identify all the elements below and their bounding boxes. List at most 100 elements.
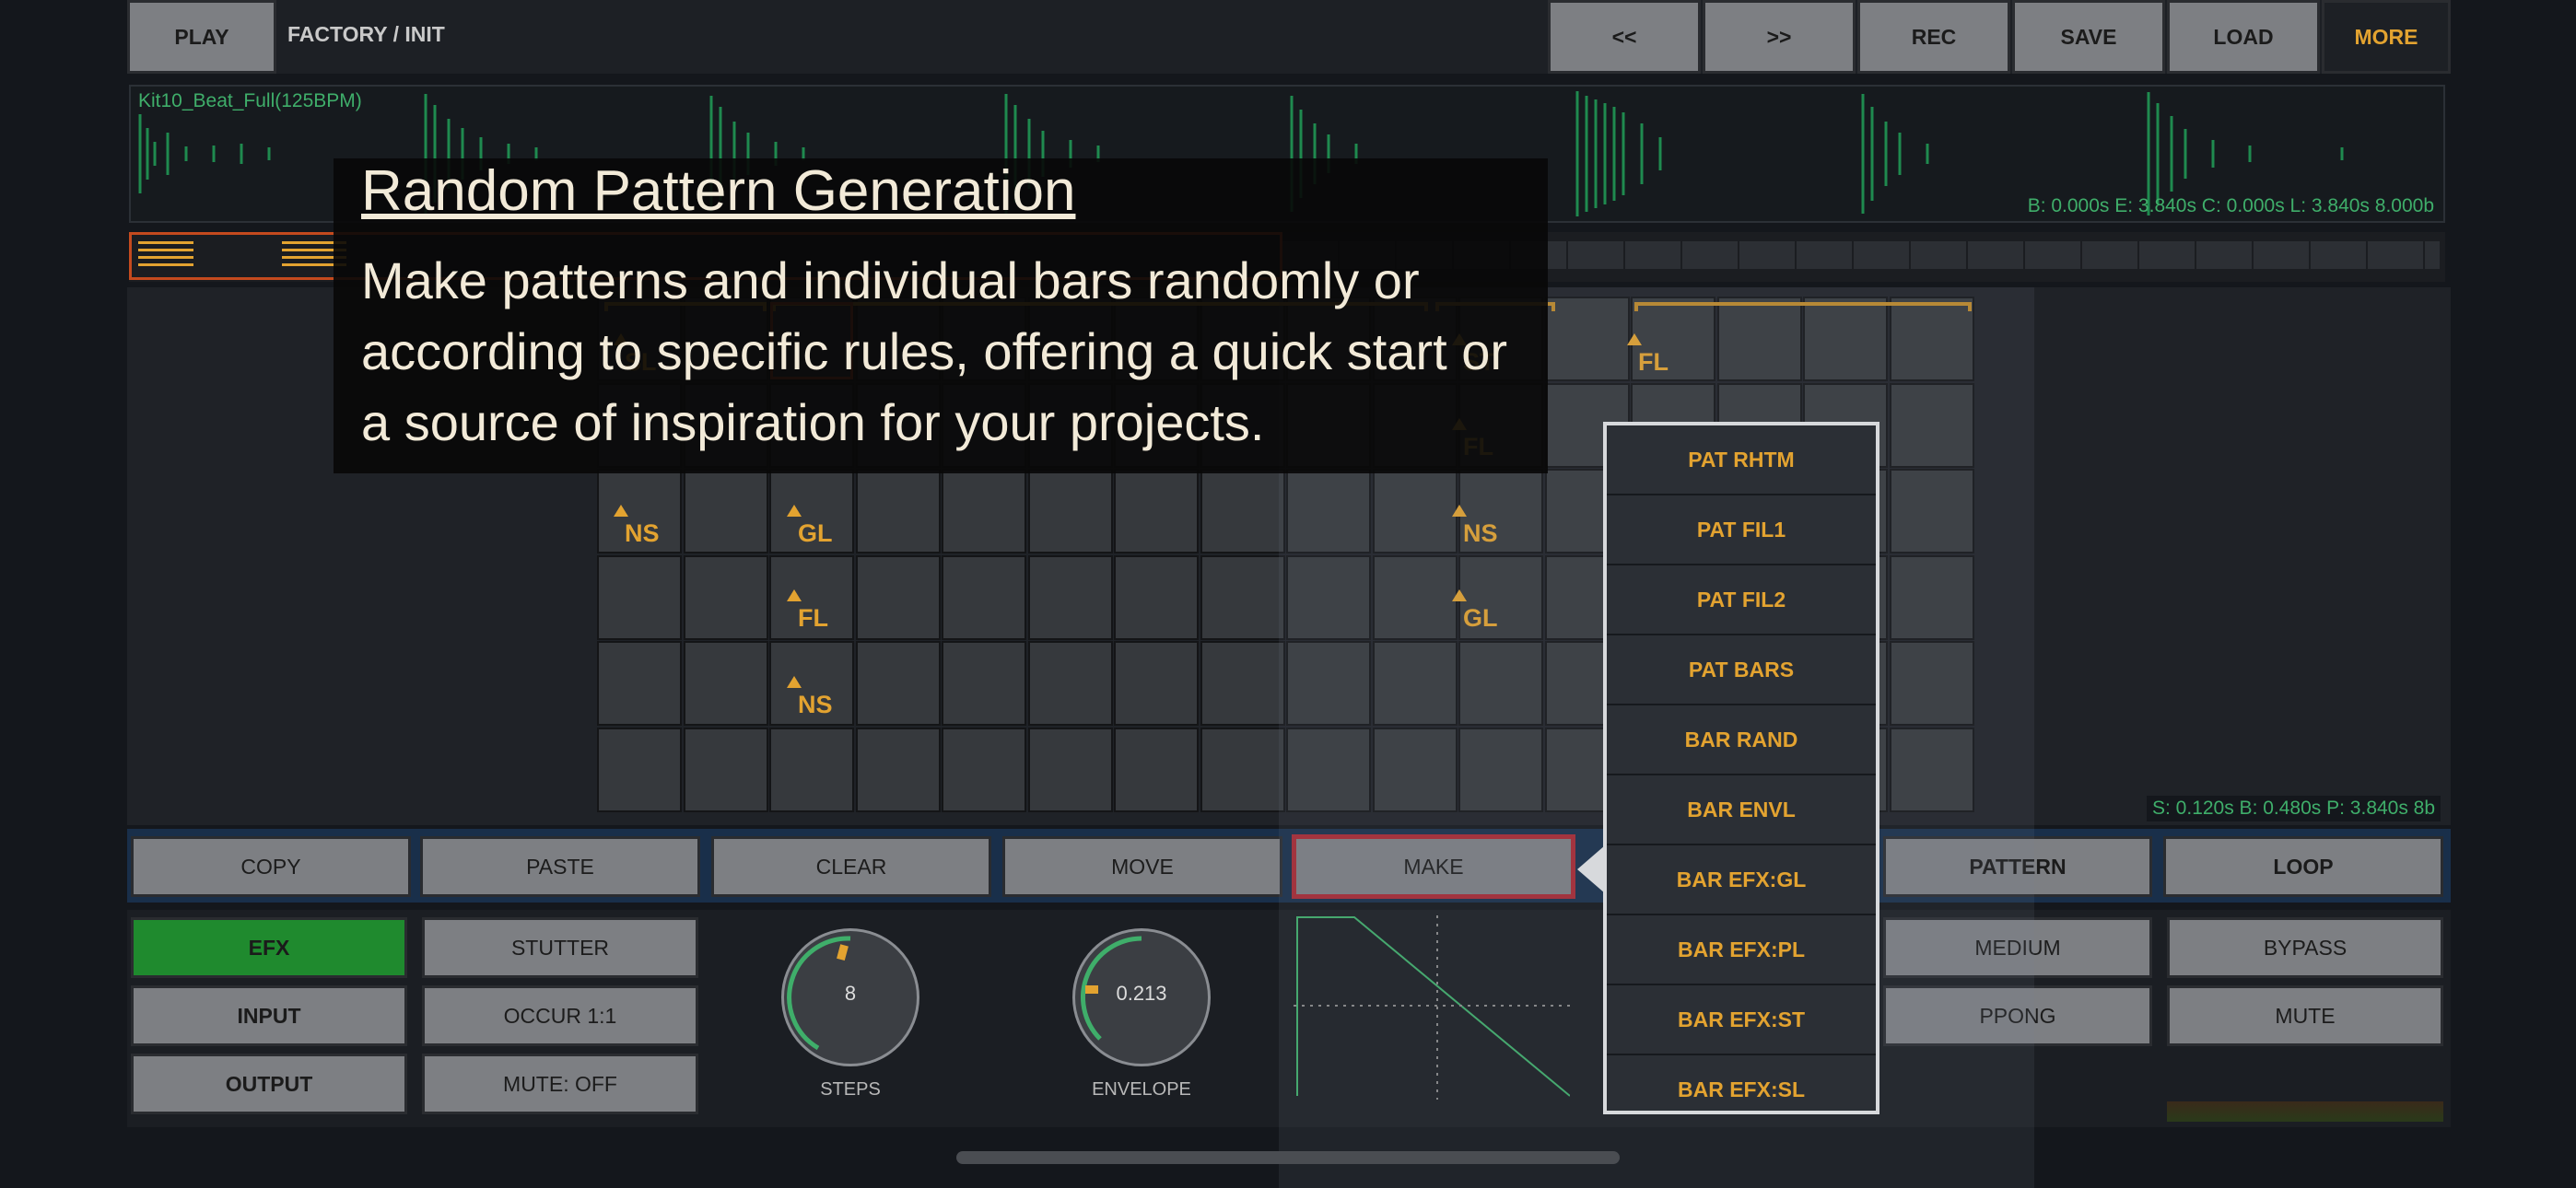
grid-cell[interactable]: [1286, 469, 1371, 553]
loop-button[interactable]: LOOP: [2163, 836, 2443, 897]
menu-item-bar-efx-gl[interactable]: BAR EFX:GL: [1607, 845, 1876, 915]
grid-cell[interactable]: [683, 641, 768, 726]
caption-body: Make patterns and individual bars random…: [361, 251, 1508, 451]
grid-info: S: 0.120s B: 0.480s P: 3.840s 8b: [2147, 796, 2441, 821]
move-button[interactable]: MOVE: [1002, 836, 1282, 897]
steps-knob[interactable]: 8: [781, 928, 919, 1066]
grid-cell[interactable]: [597, 641, 682, 726]
grid-cell[interactable]: [942, 469, 1026, 553]
save-button[interactable]: SAVE: [2012, 0, 2165, 74]
load-button[interactable]: LOAD: [2167, 0, 2320, 74]
output-button[interactable]: OUTPUT: [131, 1054, 407, 1114]
grid-cell[interactable]: [855, 641, 941, 726]
grid-cell[interactable]: [1200, 641, 1285, 726]
grid-cell[interactable]: [1027, 727, 1113, 812]
grid-cell[interactable]: [1372, 469, 1458, 553]
menu-item-bar-envl[interactable]: BAR ENVL: [1607, 775, 1876, 845]
grid-cell[interactable]: [1027, 554, 1113, 640]
grid-cell[interactable]: [769, 727, 854, 812]
grid-cell[interactable]: [1889, 727, 1974, 812]
grid-cell[interactable]: [855, 469, 941, 553]
pattern-button[interactable]: PATTERN: [1883, 836, 2152, 897]
grid-cell[interactable]: [683, 469, 768, 553]
menu-item-pat-rhtm[interactable]: PAT RHTM: [1607, 425, 1876, 495]
make-button[interactable]: MAKE: [1292, 834, 1575, 899]
bar-marker-icon: [787, 676, 802, 688]
bar-marker-icon: [787, 589, 802, 601]
mute-button[interactable]: MUTE: [2167, 985, 2443, 1046]
grid-cell[interactable]: [1286, 554, 1371, 640]
envelope-graph[interactable]: [1294, 915, 1571, 1100]
sample-filename: Kit10_Beat_Full(125BPM): [138, 90, 362, 111]
grid-cell[interactable]: [1027, 469, 1113, 553]
grid-cell[interactable]: [1372, 641, 1458, 726]
bar-marker-icon: [614, 505, 628, 517]
stutter-button[interactable]: STUTTER: [422, 917, 698, 978]
preset-name[interactable]: FACTORY / INIT: [287, 22, 445, 47]
grid-cell[interactable]: [597, 554, 682, 640]
grid-cell[interactable]: [1200, 554, 1285, 640]
copy-button[interactable]: COPY: [131, 836, 411, 897]
menu-item-bar-efx-pl[interactable]: BAR EFX:PL: [1607, 915, 1876, 985]
menu-item-bar-efx-sl[interactable]: BAR EFX:SL: [1607, 1055, 1876, 1124]
grid-cell[interactable]: [1200, 469, 1285, 553]
ppong-button[interactable]: PPONG: [1883, 985, 2152, 1046]
grid-cell[interactable]: [1027, 641, 1113, 726]
grid-cell[interactable]: [1889, 469, 1974, 553]
efx-button[interactable]: EFX: [131, 917, 407, 978]
envelope-knob[interactable]: 0.213: [1072, 928, 1211, 1066]
bypass-button[interactable]: BYPASS: [2167, 917, 2443, 978]
strip-pattern-mark: [138, 241, 193, 269]
grid-cell[interactable]: [1889, 382, 1974, 468]
grid-cell[interactable]: [1458, 727, 1543, 812]
clear-button[interactable]: CLEAR: [711, 836, 991, 897]
envelope-curve: [1294, 915, 1571, 1100]
grid-cell[interactable]: [1200, 727, 1285, 812]
grid-cell[interactable]: [1889, 641, 1974, 726]
grid-cell[interactable]: [1372, 727, 1458, 812]
grid-bar-label: NS: [625, 519, 660, 547]
grid-cell[interactable]: [1114, 641, 1199, 726]
occur-button[interactable]: OCCUR 1:1: [422, 985, 698, 1046]
pattern-bracket: [1634, 302, 1972, 311]
grid-cell[interactable]: [1114, 727, 1199, 812]
forward-button[interactable]: >>: [1703, 0, 1856, 74]
menu-item-bar-efx-st[interactable]: BAR EFX:ST: [1607, 985, 1876, 1055]
grid-cell[interactable]: [942, 727, 1026, 812]
menu-item-bar-rand[interactable]: BAR RAND: [1607, 705, 1876, 775]
bar-marker-icon: [1627, 333, 1642, 345]
medium-button[interactable]: MEDIUM: [1883, 917, 2152, 978]
grid-cell[interactable]: [1286, 641, 1371, 726]
more-button[interactable]: MORE: [2322, 0, 2451, 74]
grid-cell[interactable]: [1889, 554, 1974, 640]
grid-cell[interactable]: [683, 727, 768, 812]
grid-cell[interactable]: [683, 554, 768, 640]
grid-cell[interactable]: [855, 554, 941, 640]
mute-off-button[interactable]: MUTE: OFF: [422, 1054, 698, 1114]
grid-cell[interactable]: [942, 641, 1026, 726]
grid-cell[interactable]: [1286, 727, 1371, 812]
popup-pointer: [1577, 845, 1605, 893]
menu-item-pat-bars[interactable]: PAT BARS: [1607, 635, 1876, 705]
bar-marker-icon: [1452, 589, 1467, 601]
grid-cell[interactable]: [855, 727, 941, 812]
grid-cell[interactable]: [942, 554, 1026, 640]
grid-cell[interactable]: [1114, 469, 1199, 553]
grid-bar-label: FL: [798, 604, 828, 632]
caption-title: Random Pattern Generation: [361, 159, 1076, 223]
grid-cell[interactable]: [1544, 297, 1630, 381]
grid-cell[interactable]: [1372, 554, 1458, 640]
play-button[interactable]: PLAY: [127, 0, 276, 74]
level-meter: [2167, 1101, 2443, 1122]
grid-cell[interactable]: [1458, 641, 1543, 726]
rec-button[interactable]: REC: [1857, 0, 2010, 74]
steps-value: 8: [844, 982, 857, 1005]
menu-item-pat-fil1[interactable]: PAT FIL1: [1607, 495, 1876, 565]
grid-cell[interactable]: [597, 727, 682, 812]
rewind-button[interactable]: <<: [1548, 0, 1701, 74]
menu-item-pat-fil2[interactable]: PAT FIL2: [1607, 565, 1876, 635]
paste-button[interactable]: PASTE: [420, 836, 700, 897]
input-button[interactable]: INPUT: [131, 985, 407, 1046]
waveform-info: B: 0.000s E: 3.840s C: 0.000s L: 3.840s …: [2027, 195, 2434, 216]
grid-cell[interactable]: [1114, 554, 1199, 640]
